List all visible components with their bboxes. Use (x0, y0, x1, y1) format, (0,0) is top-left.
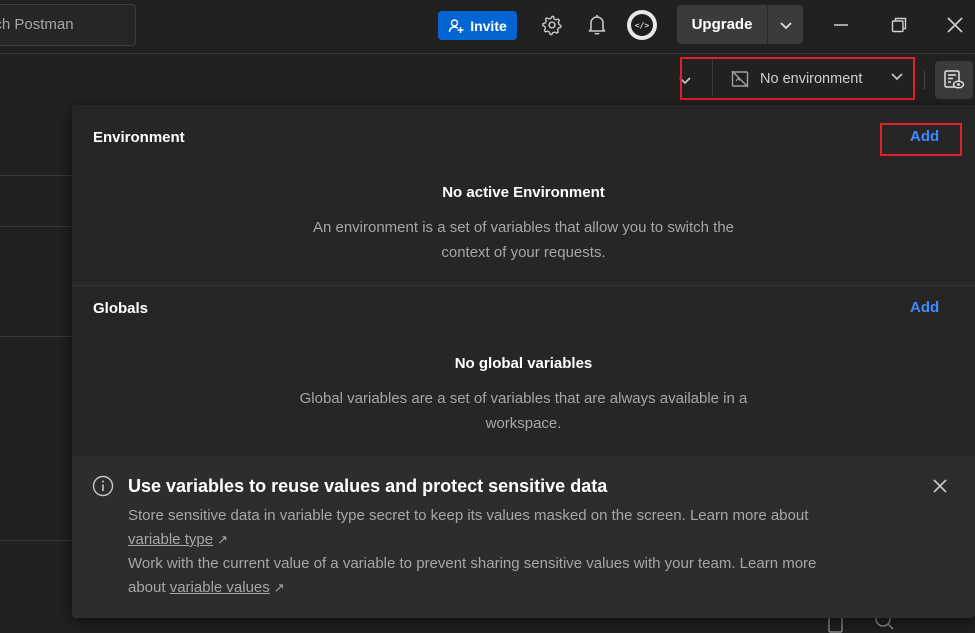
info-text-prefix: about (128, 579, 166, 596)
environment-quick-look-icon (944, 70, 965, 89)
dismiss-banner-button[interactable] (932, 478, 948, 499)
info-text-line: Store sensitive data in variable type se… (128, 507, 809, 524)
variable-values-link[interactable]: variable values (170, 579, 270, 596)
environment-quick-look-button[interactable] (935, 61, 973, 99)
info-banner-title: Use variables to reuse values and protec… (128, 476, 608, 496)
info-banner: Use variables to reuse values and protec… (72, 456, 975, 618)
close-window-button[interactable] (940, 10, 970, 40)
divider (0, 226, 72, 227)
upgrade-button-group: Upgrade (677, 5, 803, 44)
add-environment-highlight (880, 123, 962, 156)
section-divider (72, 285, 975, 286)
info-paragraph-secret: Store sensitive data in variable type se… (128, 504, 888, 552)
gear-icon (542, 15, 562, 36)
close-icon (947, 17, 963, 33)
restore-button[interactable] (884, 10, 914, 40)
no-environment-description-line: context of your requests. (441, 244, 606, 261)
external-link-icon: ↗ (217, 532, 228, 547)
divider (0, 336, 72, 337)
no-environment-description: An environment is a set of variables tha… (272, 215, 775, 265)
external-link-icon: ↗ (273, 580, 285, 595)
invite-button[interactable]: Invite (438, 11, 517, 40)
bell-icon (588, 15, 606, 35)
no-environment-title: No active Environment (442, 184, 605, 201)
chevron-down-icon (779, 21, 792, 29)
no-environment-description-line: An environment is a set of variables tha… (312, 219, 735, 236)
add-user-icon (449, 18, 464, 33)
divider (924, 71, 925, 89)
workspace-toolbar: No environment (0, 55, 975, 105)
search-input[interactable]: arch Postman (0, 4, 136, 46)
upgrade-dropdown-button[interactable] (768, 5, 803, 44)
invite-label: Invite (470, 17, 507, 34)
no-globals-description: Global variables are a set of variables … (272, 386, 775, 436)
notifications-button[interactable] (584, 12, 610, 38)
minimize-button[interactable] (826, 10, 856, 40)
divider (0, 540, 72, 541)
info-paragraph-current-value: Work with the current value of a variabl… (128, 552, 888, 600)
no-globals-title: No global variables (454, 355, 593, 372)
no-globals-description-line: Global variables are a set of variables … (299, 390, 748, 407)
add-global-button[interactable]: Add (910, 299, 939, 316)
upgrade-button[interactable]: Upgrade (677, 5, 768, 44)
search-placeholder: arch Postman (0, 16, 74, 33)
environment-selector-highlight (680, 57, 915, 100)
top-bar: arch Postman Invite </> Upgrade (0, 0, 975, 54)
variable-type-link[interactable]: variable type (128, 531, 213, 548)
info-text-line: Work with the current value of a variabl… (128, 555, 817, 572)
avatar[interactable]: </> (627, 10, 657, 40)
close-icon (933, 479, 947, 493)
environment-section-title: Environment (93, 129, 185, 146)
no-globals-description-line: workspace. (485, 415, 562, 432)
restore-icon (891, 17, 907, 33)
globals-section-title: Globals (93, 300, 149, 317)
minimize-icon (834, 24, 848, 26)
divider (0, 175, 72, 176)
code-avatar-icon: </> (631, 14, 653, 36)
environment-quick-look-popup: Environment Add No active Environment An… (72, 105, 975, 618)
info-icon (92, 475, 114, 502)
settings-button[interactable] (539, 12, 565, 38)
